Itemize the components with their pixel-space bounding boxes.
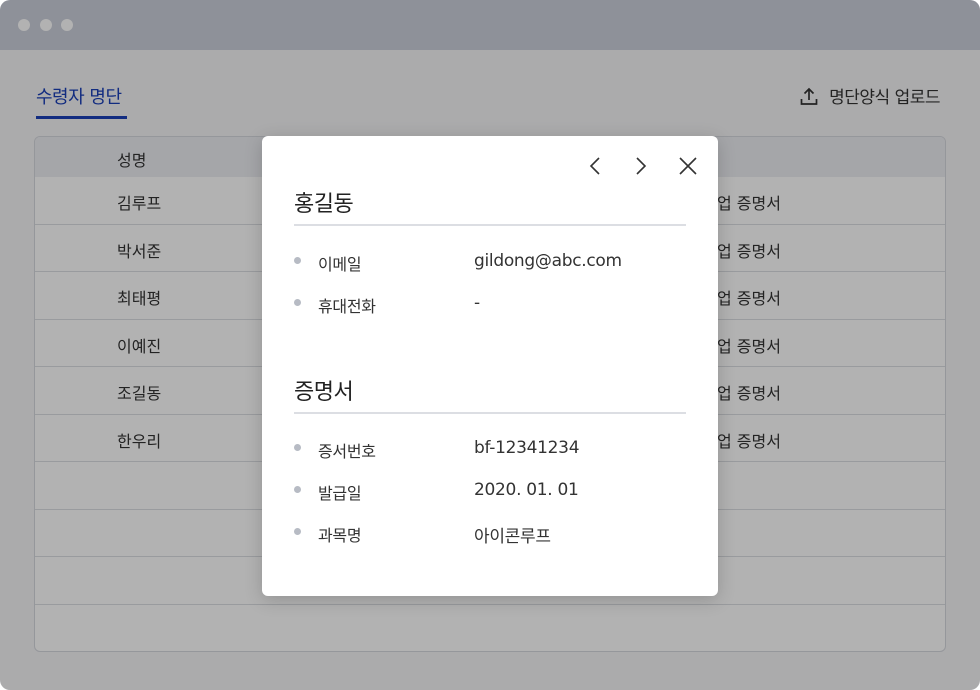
chevron-right-icon[interactable] [628,154,652,178]
phone-field: 휴대전화 - [294,291,686,316]
bullet-icon [294,299,301,306]
field-label: 과목명 [318,526,362,545]
email-field: 이메일 gildong@abc.com [294,249,686,274]
certificate-number-field: 증서번호 bf-12341234 [294,436,686,461]
subject-name-field: 과목명 아이콘루프 [294,520,686,547]
browser-window: 수령자 명단 명단양식 업로드 성명 김루프 업 증명서 박서준 업 증명서 최… [0,0,980,690]
recipient-detail-modal: 홍길동 이메일 gildong@abc.com 휴대전화 - 증명서 증서번호 … [262,136,718,596]
certificate-section-title: 증명서 [294,380,354,405]
section-divider [294,412,686,414]
bullet-icon [294,257,301,264]
field-label: 휴대전화 [318,297,376,316]
chevron-left-icon[interactable] [584,154,608,178]
bullet-icon [294,486,301,493]
issue-date-field: 발급일 2020. 01. 01 [294,478,686,503]
section-divider [294,224,686,226]
field-value: 2020. 01. 01 [474,480,579,500]
close-icon[interactable] [676,154,700,178]
bullet-icon [294,528,301,535]
field-label: 발급일 [318,484,362,503]
person-name-title: 홍길동 [294,192,354,217]
field-value: gildong@abc.com [474,251,622,271]
field-value: 아이콘루프 [474,527,551,547]
bullet-icon [294,444,301,451]
field-value: - [474,293,480,313]
field-label: 증서번호 [318,442,376,461]
field-value: bf-12341234 [474,438,580,458]
field-label: 이메일 [318,255,362,274]
